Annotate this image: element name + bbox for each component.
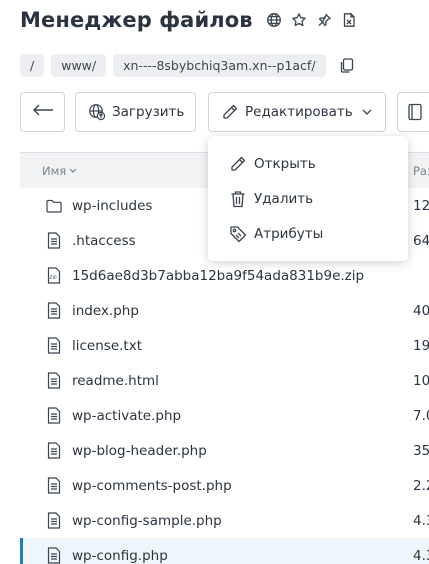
file-name: wp-includes	[72, 197, 153, 214]
file-size: 64	[413, 232, 429, 249]
pencil-icon	[221, 103, 239, 121]
upload-globe-icon	[88, 103, 106, 121]
file-size: 7.0	[413, 407, 429, 424]
toolbar: Загрузить Редактировать К	[20, 92, 429, 132]
file-name: .htaccess	[72, 232, 136, 249]
file-icon	[46, 337, 62, 355]
table-row[interactable]: wp-config-sample.php 4.3	[20, 503, 429, 538]
chevron-down-icon	[362, 109, 372, 115]
file-size: 10	[413, 372, 429, 389]
pin-icon[interactable]	[315, 11, 333, 29]
edit-label: Редактировать	[245, 104, 353, 120]
file-name: wp-blog-header.php	[72, 442, 207, 459]
table-row[interactable]: wp-blog-header.php 35	[20, 433, 429, 468]
column-size-header[interactable]: Раз	[413, 164, 429, 178]
file-size: 19	[413, 337, 429, 354]
menu-item-open-label: Открыть	[254, 155, 316, 172]
file-name: wp-config-sample.php	[72, 512, 222, 529]
table-row[interactable]: wp-activate.php 7.0	[20, 398, 429, 433]
breadcrumb-root[interactable]: /	[20, 54, 45, 77]
file-icon	[46, 302, 62, 320]
upload-button[interactable]: Загрузить	[75, 92, 196, 132]
folder-icon	[46, 197, 62, 215]
star-icon[interactable]	[290, 11, 308, 29]
file-icon	[46, 477, 62, 495]
copy-icon[interactable]	[337, 56, 357, 76]
upload-label: Загрузить	[112, 104, 185, 120]
table-row[interactable]: wp-config.php 4.3	[20, 538, 429, 564]
extract-button[interactable]: К	[397, 92, 429, 132]
sort-chevron-icon	[69, 168, 77, 173]
arrow-left-icon	[32, 104, 54, 120]
file-icon	[46, 442, 62, 460]
zip-file-icon: ZIP	[46, 267, 62, 285]
title-icons	[265, 11, 358, 29]
menu-item-open[interactable]: Открыть	[208, 146, 408, 181]
file-name: wp-activate.php	[72, 407, 182, 424]
file-icon	[46, 547, 62, 564]
svg-text:ZIP: ZIP	[49, 275, 57, 281]
file-name: index.php	[72, 302, 139, 319]
file-name: wp-config.php	[72, 547, 168, 564]
file-icon	[46, 512, 62, 530]
trash-icon	[228, 190, 248, 208]
table-row[interactable]: readme.html 10	[20, 363, 429, 398]
edit-dropdown-menu: Открыть Удалить Атрибуты	[208, 136, 408, 261]
breadcrumb-domain[interactable]: xn----8sbybchiq3am.xn--p1acf/	[113, 54, 326, 77]
file-icon	[46, 232, 62, 250]
tag-icon	[228, 225, 248, 243]
file-name: license.txt	[72, 337, 142, 354]
column-name-header[interactable]: Имя	[42, 164, 77, 178]
file-size: 12	[413, 197, 429, 214]
file-size: 2.2	[413, 477, 429, 494]
column-name-label: Имя	[42, 163, 67, 178]
edit-button[interactable]: Редактировать	[208, 92, 386, 132]
file-name: readme.html	[72, 372, 159, 389]
menu-item-attributes-label: Атрибуты	[254, 225, 324, 242]
breadcrumb-www[interactable]: www/	[51, 54, 107, 77]
globe-icon[interactable]	[265, 11, 283, 29]
menu-item-delete[interactable]: Удалить	[208, 181, 408, 216]
file-size: 35	[413, 442, 429, 459]
table-row[interactable]: index.php 40	[20, 293, 429, 328]
menu-item-delete-label: Удалить	[254, 190, 314, 207]
file-size: 40	[413, 302, 429, 319]
breadcrumb: / www/ xn----8sbybchiq3am.xn--p1acf/	[20, 54, 357, 77]
pencil-icon	[228, 155, 248, 173]
back-button[interactable]	[20, 92, 65, 132]
file-size: 4.3	[413, 512, 429, 529]
close-folder-icon[interactable]	[340, 11, 358, 29]
title-row: Менеджер файлов	[20, 8, 358, 32]
table-row[interactable]: license.txt 19	[20, 328, 429, 363]
file-size: 4.3	[413, 547, 429, 564]
archive-icon	[408, 103, 422, 121]
menu-item-attributes[interactable]: Атрибуты	[208, 216, 408, 251]
table-row[interactable]: wp-comments-post.php 2.2	[20, 468, 429, 503]
file-icon	[46, 407, 62, 425]
file-icon	[46, 372, 62, 390]
page-title: Менеджер файлов	[20, 8, 253, 32]
file-name: 15d6ae8d3b7abba12ba9f54ada831b9e.zip	[72, 267, 365, 284]
table-row[interactable]: ZIP 15d6ae8d3b7abba12ba9f54ada831b9e.zip	[20, 258, 429, 293]
file-name: wp-comments-post.php	[72, 477, 232, 494]
